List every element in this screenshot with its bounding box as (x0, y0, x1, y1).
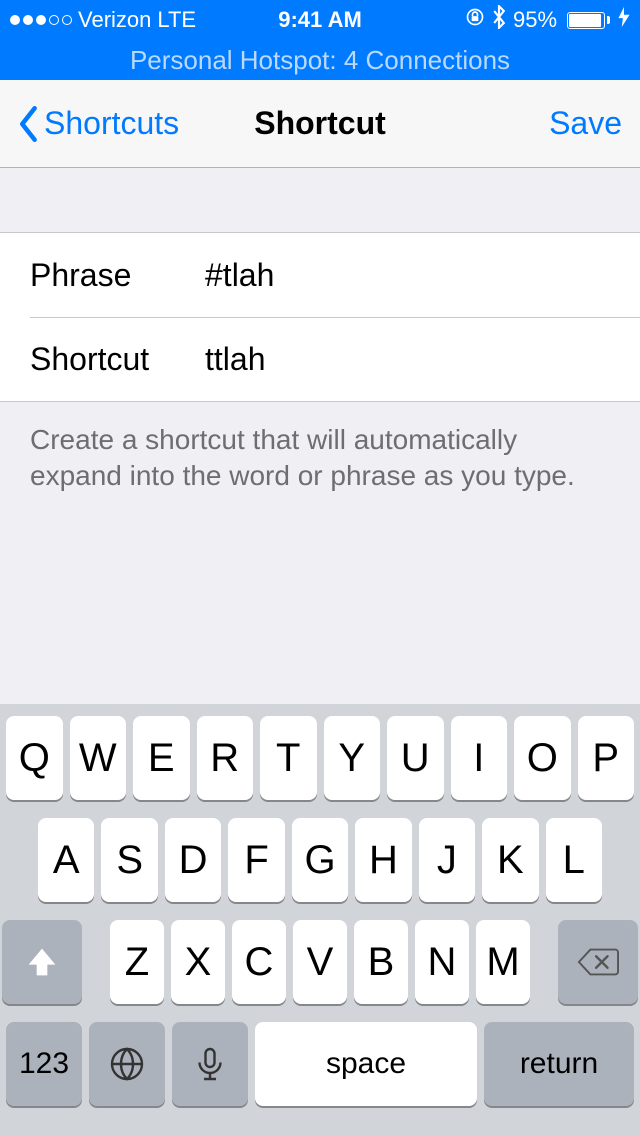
network-label: LTE (157, 7, 196, 33)
key-w[interactable]: W (70, 716, 127, 800)
space-key[interactable]: space (255, 1022, 477, 1106)
key-b[interactable]: B (354, 920, 408, 1004)
key-z[interactable]: Z (110, 920, 164, 1004)
globe-icon (109, 1046, 145, 1082)
key-v[interactable]: V (293, 920, 347, 1004)
hotspot-label: Personal Hotspot: 4 Connections (130, 45, 510, 76)
back-label: Shortcuts (44, 105, 179, 142)
keyboard-row-2: ASDFGHJKL (6, 818, 634, 902)
battery-percent-label: 95% (513, 7, 557, 33)
back-button[interactable]: Shortcuts (18, 105, 179, 142)
shortcut-form: Phrase Shortcut (0, 232, 640, 402)
key-x[interactable]: X (171, 920, 225, 1004)
rotation-lock-icon (465, 7, 485, 33)
key-k[interactable]: K (482, 818, 538, 902)
dictation-key[interactable] (172, 1022, 248, 1106)
status-left: Verizon LTE (10, 7, 278, 33)
key-m[interactable]: M (476, 920, 530, 1004)
charging-icon (618, 7, 630, 33)
numbers-key[interactable]: 123 (6, 1022, 82, 1106)
key-n[interactable]: N (415, 920, 469, 1004)
key-d[interactable]: D (165, 818, 221, 902)
key-g[interactable]: G (292, 818, 348, 902)
keyboard-row-4: 123 space return (6, 1022, 634, 1106)
key-f[interactable]: F (228, 818, 284, 902)
backspace-icon (577, 947, 619, 977)
key-t[interactable]: T (260, 716, 317, 800)
key-h[interactable]: H (355, 818, 411, 902)
microphone-icon (192, 1046, 228, 1082)
bluetooth-icon (491, 5, 507, 35)
return-key[interactable]: return (484, 1022, 634, 1106)
phrase-field[interactable] (205, 257, 625, 294)
keyboard-row-3: ZXCVBNM (6, 920, 634, 1004)
key-o[interactable]: O (514, 716, 571, 800)
key-y[interactable]: Y (324, 716, 381, 800)
key-l[interactable]: L (546, 818, 602, 902)
status-bar: Verizon LTE 9:41 AM 95% (0, 0, 640, 40)
key-p[interactable]: P (578, 716, 635, 800)
section-spacer (0, 168, 640, 232)
shift-icon (26, 946, 58, 978)
key-u[interactable]: U (387, 716, 444, 800)
shortcut-label: Shortcut (30, 341, 205, 378)
key-j[interactable]: J (419, 818, 475, 902)
shortcut-field[interactable] (205, 341, 625, 378)
key-e[interactable]: E (133, 716, 190, 800)
key-a[interactable]: A (38, 818, 94, 902)
key-s[interactable]: S (101, 818, 157, 902)
nav-bar: Shortcuts Shortcut Save (0, 80, 640, 168)
save-button[interactable]: Save (549, 105, 622, 142)
keyboard-row-1: QWERTYUIOP (6, 716, 634, 800)
carrier-label: Verizon (78, 7, 151, 33)
key-q[interactable]: Q (6, 716, 63, 800)
battery-icon (563, 12, 610, 29)
signal-strength-icon (10, 15, 72, 25)
keyboard: QWERTYUIOP ASDFGHJKL ZXCVBNM 123 space r… (0, 704, 640, 1136)
shift-key[interactable] (2, 920, 82, 1004)
globe-key[interactable] (89, 1022, 165, 1106)
clock-label: 9:41 AM (278, 7, 362, 33)
chevron-left-icon (18, 106, 40, 142)
key-i[interactable]: I (451, 716, 508, 800)
hotspot-bar[interactable]: Personal Hotspot: 4 Connections (0, 40, 640, 80)
phrase-label: Phrase (30, 257, 205, 294)
status-right: 95% (362, 5, 630, 35)
help-text: Create a shortcut that will automaticall… (0, 402, 640, 515)
key-c[interactable]: C (232, 920, 286, 1004)
key-r[interactable]: R (197, 716, 254, 800)
phrase-row[interactable]: Phrase (0, 233, 640, 317)
shortcut-row[interactable]: Shortcut (30, 317, 640, 401)
backspace-key[interactable] (558, 920, 638, 1004)
